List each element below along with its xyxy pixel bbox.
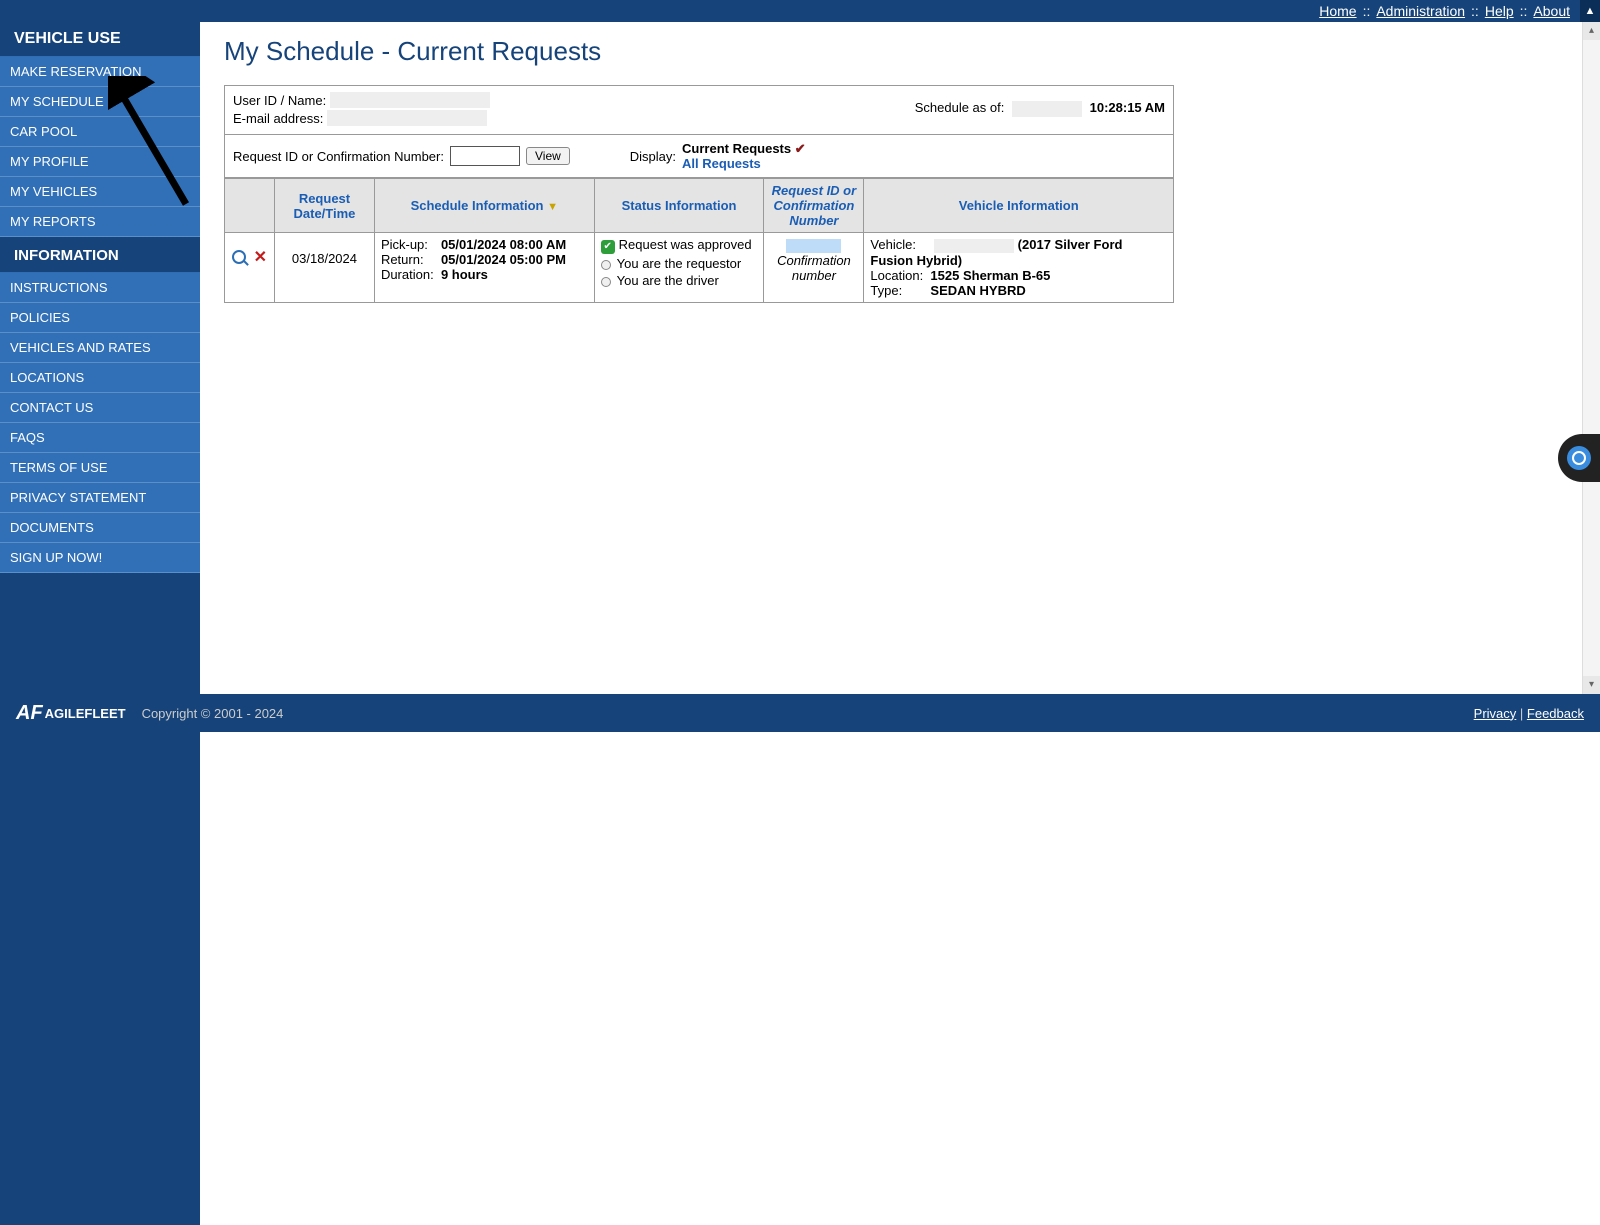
cancel-icon[interactable]: ✕ [254, 249, 267, 266]
top-collapse-caret-icon[interactable]: ▲ [1580, 0, 1600, 22]
th-vehicle-info[interactable]: Vehicle Information [864, 179, 1174, 233]
view-details-icon[interactable] [232, 250, 246, 264]
confirmation-number-redacted [786, 239, 841, 253]
footer: AF AGILEFLEET Copyright © 2001 - 2024 Pr… [0, 694, 1600, 732]
sidebar-item-my-schedule[interactable]: MY SCHEDULE [0, 87, 200, 117]
logo-icon: AF [16, 702, 43, 725]
sidebar-item-instructions[interactable]: INSTRUCTIONS [0, 273, 200, 303]
userid-value-redacted [330, 92, 490, 108]
sidebar-item-documents[interactable]: DOCUMENTS [0, 513, 200, 543]
top-link-administration[interactable]: Administration [1376, 3, 1465, 19]
view-button[interactable]: View [526, 147, 570, 165]
schedule-asof-label: Schedule as of: [915, 100, 1005, 115]
userid-label: User ID / Name: [233, 93, 326, 108]
schedule-asof-time: 10:28:15 AM [1090, 100, 1165, 115]
chat-widget-button[interactable] [1558, 434, 1600, 482]
cell-vehicle-info: Vehicle: (2017 Silver Ford Fusion Hybrid… [864, 233, 1174, 303]
cell-schedule-info: Pick-up:05/01/2024 08:00 AM Return:05/01… [374, 233, 594, 303]
checkmark-icon: ✔ [795, 141, 806, 156]
sidebar-section-information: INFORMATION [0, 237, 200, 273]
table-row: ✕ 03/18/2024 Pick-up:05/01/2024 08:00 AM… [225, 233, 1174, 303]
sidebar-item-privacy[interactable]: PRIVACY STATEMENT [0, 483, 200, 513]
scroll-down-icon[interactable]: ▾ [1583, 676, 1600, 694]
sidebar-item-faqs[interactable]: FAQS [0, 423, 200, 453]
info-panel: User ID / Name: E-mail address: Schedule… [224, 85, 1174, 178]
requests-table: Request Date/Time Schedule Information ▼… [224, 178, 1174, 303]
sidebar-section-vehicle-use: VEHICLE USE [0, 22, 200, 57]
vehicle-id-redacted [934, 239, 1014, 253]
cell-status-info: ✔Request was approved You are the reques… [594, 233, 764, 303]
sidebar-item-my-vehicles[interactable]: MY VEHICLES [0, 177, 200, 207]
th-request-datetime[interactable]: Request Date/Time [274, 179, 374, 233]
bullet-icon [601, 260, 611, 270]
sidebar-item-vehicles-rates[interactable]: VEHICLES AND RATES [0, 333, 200, 363]
footer-link-privacy[interactable]: Privacy [1474, 706, 1517, 721]
th-actions [225, 179, 275, 233]
cell-confirmation: Confirmation number [764, 233, 864, 303]
top-navbar: Home :: Administration :: Help :: About [0, 0, 1600, 22]
th-status-info[interactable]: Status Information [594, 179, 764, 233]
sidebar-item-my-reports[interactable]: MY REPORTS [0, 207, 200, 237]
email-label: E-mail address: [233, 111, 323, 126]
scroll-up-icon[interactable]: ▴ [1583, 22, 1600, 40]
sidebar-item-policies[interactable]: POLICIES [0, 303, 200, 333]
top-link-home[interactable]: Home [1319, 3, 1356, 19]
top-link-help[interactable]: Help [1485, 3, 1514, 19]
sidebar-item-locations[interactable]: LOCATIONS [0, 363, 200, 393]
top-link-about[interactable]: About [1533, 3, 1570, 19]
sidebar-item-signup[interactable]: SIGN UP NOW! [0, 543, 200, 573]
approved-check-icon: ✔ [601, 240, 615, 254]
sidebar-item-contact-us[interactable]: CONTACT US [0, 393, 200, 423]
cell-request-date: 03/18/2024 [274, 233, 374, 303]
th-confirmation[interactable]: Request ID or Confirmation Number [764, 179, 864, 233]
bullet-icon [601, 277, 611, 287]
schedule-asof-date-redacted [1012, 101, 1082, 117]
sidebar-item-my-profile[interactable]: MY PROFILE [0, 147, 200, 177]
sidebar-item-make-reservation[interactable]: MAKE RESERVATION [0, 57, 200, 87]
scrollbar-track[interactable]: ▴ ▾ [1582, 22, 1600, 694]
display-current-requests[interactable]: Current Requests [682, 141, 791, 156]
sort-icon: ▼ [547, 201, 558, 213]
sidebar-item-car-pool[interactable]: CAR POOL [0, 117, 200, 147]
email-value-redacted [327, 110, 487, 126]
th-schedule-info[interactable]: Schedule Information ▼ [374, 179, 594, 233]
main-content: My Schedule - Current Requests User ID /… [200, 22, 1600, 674]
sidebar-item-terms[interactable]: TERMS OF USE [0, 453, 200, 483]
display-label: Display: [630, 149, 676, 164]
sidebar: VEHICLE USE MAKE RESERVATION MY SCHEDULE… [0, 22, 200, 674]
request-search-label: Request ID or Confirmation Number: [233, 149, 444, 164]
page-title: My Schedule - Current Requests [224, 36, 1576, 67]
footer-link-feedback[interactable]: Feedback [1527, 706, 1584, 721]
display-all-requests[interactable]: All Requests [682, 156, 806, 171]
chat-icon [1567, 446, 1591, 470]
brand-logo: AF AGILEFLEET [16, 702, 126, 725]
request-search-input[interactable] [450, 146, 520, 166]
copyright-text: Copyright © 2001 - 2024 [142, 706, 284, 721]
